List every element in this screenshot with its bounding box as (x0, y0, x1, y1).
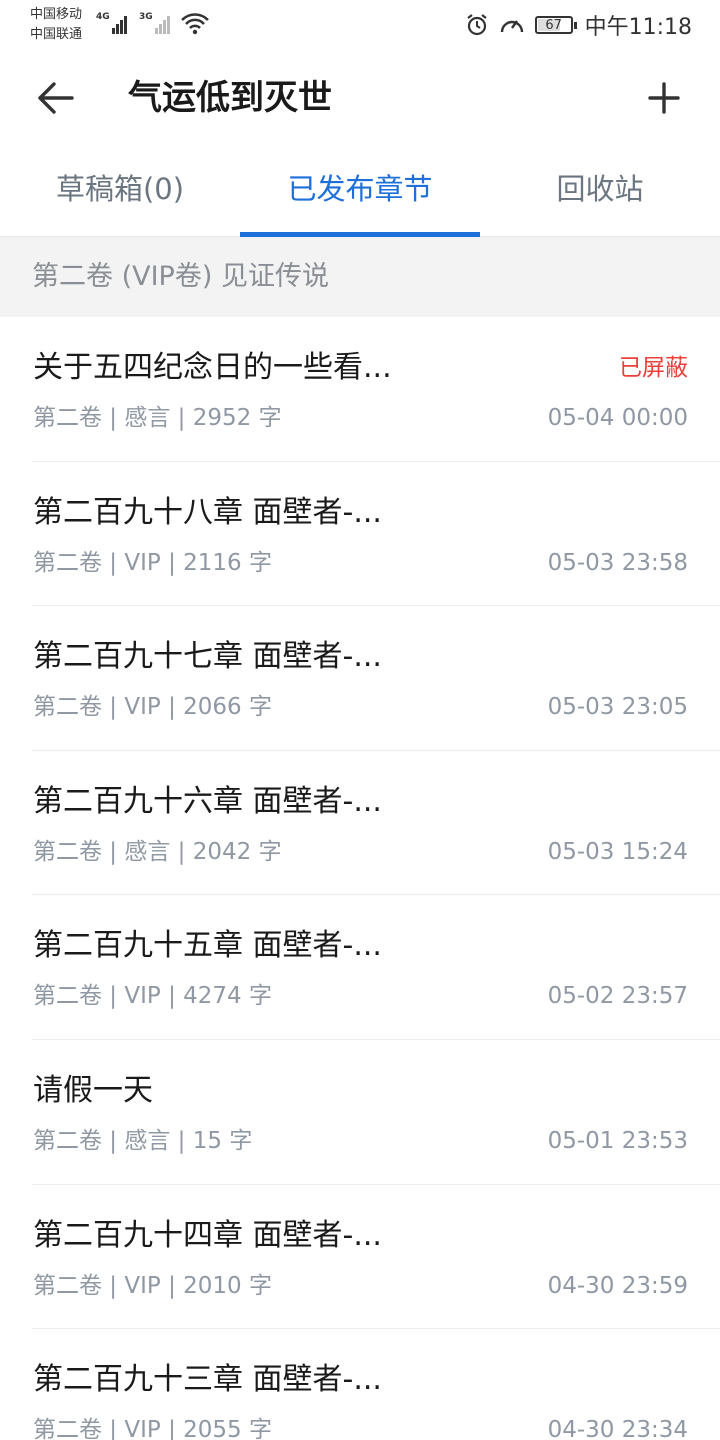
chapter-title: 第二百九十八章 面壁者-... (33, 494, 382, 530)
chapter-title: 请假一天 (33, 1072, 153, 1108)
battery-icon: 67 (534, 16, 577, 34)
chapter-row[interactable]: 第二百九十八章 面壁者-... 第二卷 | VIP | 2116 字 05-03… (0, 462, 720, 607)
chapter-row[interactable]: 第二百九十三章 面壁者-... 第二卷 | VIP | 2055 字 04-30… (0, 1329, 720, 1440)
chapter-time: 05-01 23:53 (547, 1127, 688, 1154)
chapter-time: 05-03 23:58 (547, 549, 688, 576)
chapter-time: 04-30 23:34 (547, 1417, 688, 1440)
chapter-row[interactable]: 关于五四纪念日的一些看... 已屏蔽 第二卷 | 感言 | 2952 字 05-… (0, 317, 720, 462)
signal-1-icon: 4G (96, 12, 128, 34)
chapter-row[interactable]: 第二百九十七章 面壁者-... 第二卷 | VIP | 2066 字 05-03… (0, 606, 720, 751)
battery-level: 67 (545, 17, 562, 33)
add-chapter-button[interactable] (638, 72, 690, 124)
chapter-meta: 第二卷 | VIP | 2066 字 (33, 694, 272, 721)
chapter-meta: 第二卷 | 感言 | 15 字 (33, 1127, 253, 1154)
tab-published[interactable]: 已发布章节 (240, 145, 480, 237)
volume-title: 第二卷 (VIP卷) 见证传说 (32, 261, 329, 292)
chapter-meta: 第二卷 | 感言 | 2952 字 (33, 405, 282, 431)
status-time: 中午11:18 (584, 15, 692, 40)
chapter-meta: 第二卷 | VIP | 2010 字 (33, 1272, 272, 1299)
chapter-time: 05-03 23:05 (547, 694, 688, 721)
carrier-2: 中国联通 (30, 27, 83, 42)
chapter-time: 05-02 23:57 (547, 983, 688, 1010)
chapter-row[interactable]: 第二百九十四章 面壁者-... 第二卷 | VIP | 2010 字 04-30… (0, 1185, 720, 1330)
chapter-time: 05-04 00:00 (547, 405, 688, 431)
blocked-status: 已屏蔽 (619, 355, 688, 381)
chapter-title: 第二百九十五章 面壁者-... (33, 928, 382, 964)
app-header: 气运低到灭世 (0, 50, 720, 145)
page-title: 气运低到灭世 (128, 78, 332, 118)
network-type-2: 3G (139, 12, 153, 22)
speed-meter-icon (500, 20, 523, 33)
tab-recycle-bin[interactable]: 回收站 (480, 145, 720, 237)
network-type-1: 4G (96, 12, 110, 22)
chapter-row[interactable]: 第二百九十六章 面壁者-... 第二卷 | 感言 | 2042 字 05-03 … (0, 751, 720, 896)
chapter-meta: 第二卷 | VIP | 2116 字 (33, 549, 272, 576)
status-bar: 中国移动 中国联通 4G 3G 67 中午11:18 (0, 0, 720, 50)
carrier-1: 中国移动 (30, 7, 83, 22)
chapter-row[interactable]: 第二百九十五章 面壁者-... 第二卷 | VIP | 4274 字 05-02… (0, 895, 720, 1040)
chapter-list: 关于五四纪念日的一些看... 已屏蔽 第二卷 | 感言 | 2952 字 05-… (0, 317, 720, 1440)
plus-icon (648, 82, 680, 114)
chapter-title: 第二百九十四章 面壁者-... (33, 1217, 382, 1253)
chapter-row[interactable]: 请假一天 第二卷 | 感言 | 15 字 05-01 23:53 (0, 1040, 720, 1185)
chapter-meta: 第二卷 | VIP | 2055 字 (33, 1417, 272, 1440)
chapter-time: 05-03 15:24 (547, 838, 688, 865)
chapter-tabs: 草稿箱(0) 已发布章节 回收站 (0, 145, 720, 237)
tab-drafts[interactable]: 草稿箱(0) (0, 145, 240, 237)
chapter-time: 04-30 23:59 (547, 1272, 688, 1299)
back-arrow-icon (38, 82, 74, 114)
volume-header: 第二卷 (VIP卷) 见证传说 (0, 237, 720, 317)
chapter-title: 第二百九十六章 面壁者-... (33, 783, 382, 819)
chapter-title: 关于五四纪念日的一些看... (33, 350, 392, 385)
chapter-title: 第二百九十七章 面壁者-... (33, 639, 382, 675)
back-button[interactable] (30, 72, 82, 124)
carrier-info: 中国移动 中国联通 (30, 5, 82, 45)
alarm-icon (466, 14, 487, 36)
chapter-meta: 第二卷 | 感言 | 2042 字 (33, 838, 282, 865)
signal-2-icon: 3G (139, 12, 171, 34)
chapter-meta: 第二卷 | VIP | 4274 字 (33, 983, 272, 1010)
wifi-icon (181, 13, 209, 35)
chapter-title: 第二百九十三章 面壁者-... (33, 1362, 382, 1398)
